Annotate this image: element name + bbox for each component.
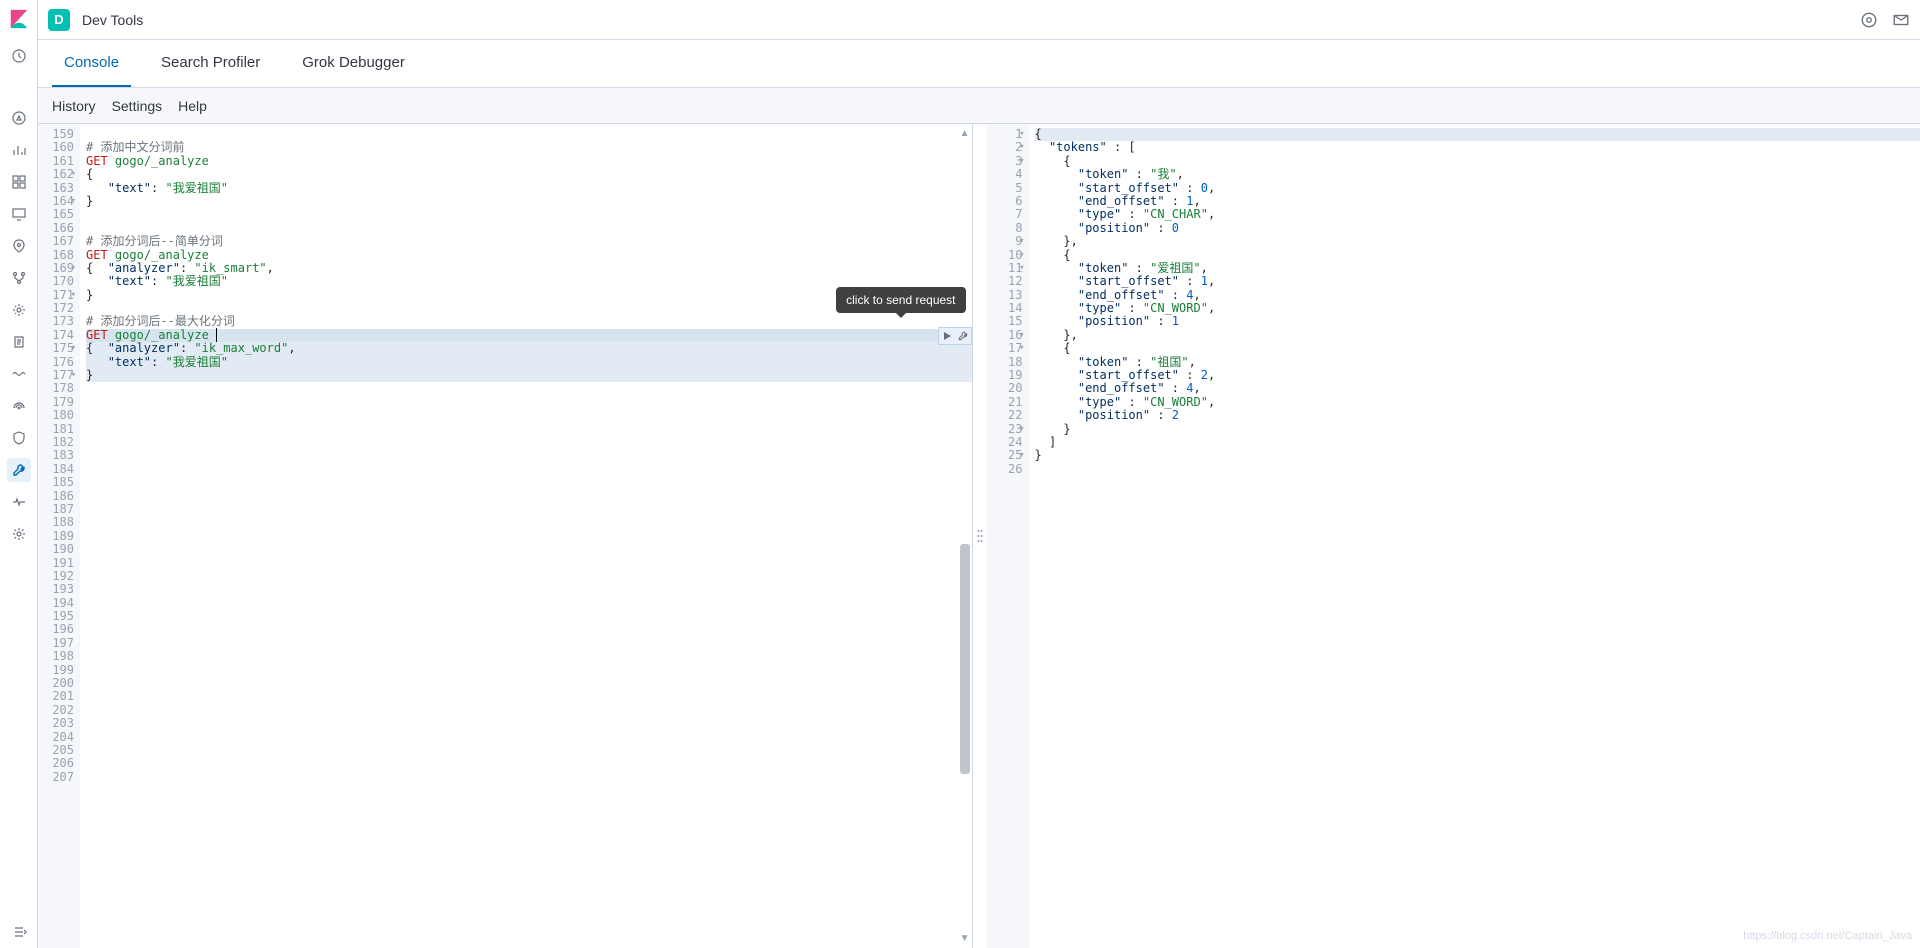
scroll-down-arrow-icon[interactable]: ▼ <box>960 933 970 944</box>
settings-link[interactable]: Settings <box>112 98 163 114</box>
watermark-text: https://blog.csdn.net/Captain_Java <box>1743 930 1912 942</box>
pane-resize-handle[interactable] <box>973 124 987 948</box>
output-line-gutter: 1▾2▾3▾456789▾10▾11▾1213141516▾17▾1819202… <box>987 124 1029 948</box>
scroll-up-arrow-icon[interactable]: ▲ <box>960 128 970 139</box>
editor-scrollbar-thumb[interactable] <box>960 544 970 774</box>
apm-icon[interactable] <box>7 362 31 386</box>
dev-tools-icon[interactable] <box>7 458 31 482</box>
visualize-icon[interactable] <box>7 138 31 162</box>
metrics-icon[interactable] <box>7 298 31 322</box>
discover-icon[interactable] <box>7 106 31 130</box>
monitoring-icon[interactable] <box>7 490 31 514</box>
ml-icon[interactable] <box>7 266 31 290</box>
send-request-button[interactable] <box>939 328 955 344</box>
tab-search-profiler[interactable]: Search Profiler <box>149 40 272 87</box>
request-editor-pane: 159160161162▾163164▾165166167168169▾1701… <box>38 124 973 948</box>
console-toolbar: History Settings Help <box>38 88 1920 124</box>
mail-icon[interactable] <box>1892 11 1910 29</box>
editor-line-gutter: 159160161162▾163164▾165166167168169▾1701… <box>38 124 80 948</box>
help-link[interactable]: Help <box>178 98 207 114</box>
kibana-logo-icon[interactable] <box>8 8 30 30</box>
tab-grok-debugger[interactable]: Grok Debugger <box>290 40 417 87</box>
history-link[interactable]: History <box>52 98 96 114</box>
dashboard-icon[interactable] <box>7 170 31 194</box>
space-selector-badge[interactable]: D <box>48 9 70 31</box>
response-output[interactable]: { "tokens" : [ { "token" : "我", "start_o… <box>1029 124 1920 948</box>
response-output-pane: 1▾2▾3▾456789▾10▾11▾1213141516▾17▾1819202… <box>987 124 1920 948</box>
request-action-buttons <box>938 327 972 345</box>
collapse-icon[interactable] <box>7 920 31 944</box>
management-icon[interactable] <box>7 522 31 546</box>
logs-icon[interactable] <box>7 330 31 354</box>
breadcrumb: Dev Tools <box>82 12 143 28</box>
dev-tools-tabs: Console Search Profiler Grok Debugger <box>38 40 1920 88</box>
tab-console[interactable]: Console <box>52 40 131 87</box>
newsfeed-icon[interactable] <box>1860 11 1878 29</box>
request-editor[interactable]: # 添加中文分词前GET gogo/_analyze{ "text": "我爱祖… <box>80 124 972 948</box>
uptime-icon[interactable] <box>7 394 31 418</box>
request-options-button[interactable] <box>955 328 971 344</box>
top-bar: D Dev Tools <box>38 0 1920 40</box>
recently-viewed-icon[interactable] <box>7 44 31 68</box>
canvas-icon[interactable] <box>7 202 31 226</box>
maps-icon[interactable] <box>7 234 31 258</box>
left-nav-rail <box>0 0 38 948</box>
send-request-tooltip: click to send request <box>836 287 965 313</box>
siem-icon[interactable] <box>7 426 31 450</box>
